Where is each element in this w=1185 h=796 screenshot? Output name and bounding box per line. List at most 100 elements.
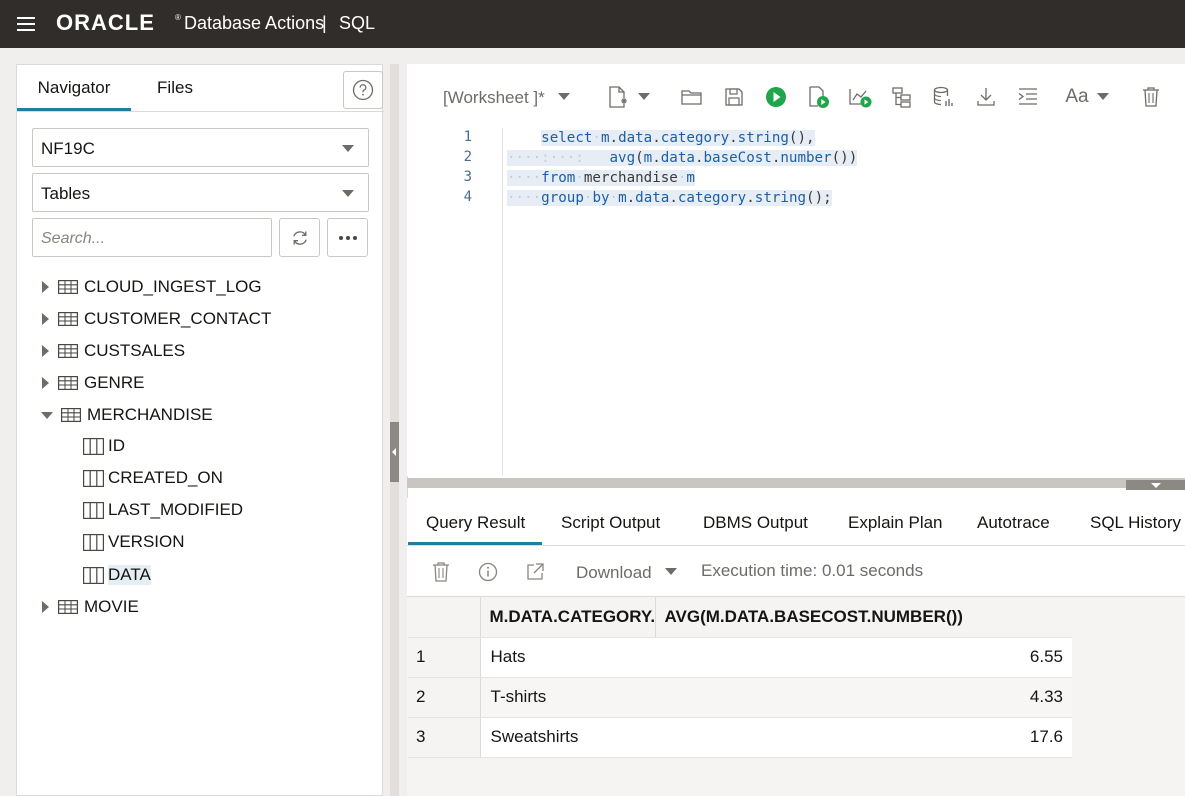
download-button[interactable] xyxy=(973,84,999,110)
tree-column-created-on[interactable]: CREATED_ON xyxy=(83,466,223,490)
tree-item-label: CUSTSALES xyxy=(84,341,186,360)
tree-item-label: GENRE xyxy=(84,373,145,392)
new-file-icon xyxy=(609,86,627,108)
code-line-1[interactable]: select·m.data.category.string(), xyxy=(507,128,815,148)
tab-sql-history[interactable]: SQL History xyxy=(1090,513,1181,533)
code-line-4[interactable]: ····group·by·m.data.category.string(); xyxy=(507,188,832,208)
tree-table-merchandise[interactable]: MERCHANDISE xyxy=(41,403,213,427)
refresh-icon xyxy=(292,230,307,245)
chevron-down-icon[interactable] xyxy=(1097,93,1109,100)
collapse-arrow-icon[interactable] xyxy=(41,411,53,419)
tree-item-label: MERCHANDISE xyxy=(87,405,213,424)
object-type-select[interactable]: Tables xyxy=(32,173,369,212)
database-stats-button[interactable] xyxy=(931,84,957,110)
table-row[interactable]: 2 T-shirts 4.33 xyxy=(408,677,1072,718)
table-icon xyxy=(58,312,78,326)
expand-arrow-icon[interactable] xyxy=(42,345,49,357)
chevron-down-icon xyxy=(342,145,354,152)
registered-mark: ® xyxy=(175,13,181,22)
tree-item-label: DATA xyxy=(108,565,151,585)
download-menu[interactable]: Download xyxy=(576,563,652,583)
active-tab-indicator xyxy=(408,542,542,545)
tree-table-genre[interactable]: GENRE xyxy=(42,371,144,395)
run-script-button[interactable] xyxy=(805,84,831,110)
grid-header-row: M.DATA.CATEGORY.STRING() AVG(M.DATA.BASE… xyxy=(408,597,1072,638)
clear-results-button[interactable] xyxy=(428,559,454,585)
tree-item-label: MOVIE xyxy=(84,597,139,616)
tree-item-label: CLOUD_INGEST_LOG xyxy=(84,277,262,296)
column-header[interactable]: AVG(M.DATA.BASECOST.NUMBER()) xyxy=(654,597,1072,638)
column-icon xyxy=(83,437,104,455)
help-button[interactable] xyxy=(343,71,383,109)
tab-query-result[interactable]: Query Result xyxy=(426,513,525,533)
cell-category[interactable]: T-shirts xyxy=(480,677,655,718)
collapse-results-handle[interactable] xyxy=(1126,480,1185,490)
font-icon: Aa xyxy=(1065,86,1089,107)
column-header[interactable]: M.DATA.CATEGORY.STRING() xyxy=(479,597,655,638)
external-link-icon xyxy=(527,563,544,580)
trash-icon xyxy=(433,562,449,582)
table-row[interactable]: 1 Hats 6.55 xyxy=(408,637,1072,678)
chevron-down-icon[interactable] xyxy=(558,93,570,100)
tab-autotrace[interactable]: Autotrace xyxy=(977,513,1050,533)
expand-arrow-icon[interactable] xyxy=(42,601,49,613)
tree-column-id[interactable]: ID xyxy=(83,434,125,458)
tree-column-last-modified[interactable]: LAST_MODIFIED xyxy=(83,498,243,522)
tree-table-customer-contact[interactable]: CUSTOMER_CONTACT xyxy=(42,307,271,331)
cell-avg[interactable]: 6.55 xyxy=(655,637,1072,678)
open-in-new-window-button[interactable] xyxy=(522,559,548,585)
chevron-down-icon[interactable] xyxy=(665,568,677,575)
new-file-button[interactable] xyxy=(605,84,631,110)
editor-results-splitter[interactable] xyxy=(407,478,1185,488)
more-actions-button[interactable] xyxy=(327,218,368,257)
row-number-header xyxy=(408,597,481,638)
cell-avg[interactable]: 4.33 xyxy=(655,677,1072,718)
navigator-panel: Navigator Files NF19C Tables Search... C… xyxy=(16,64,384,796)
expand-arrow-icon[interactable] xyxy=(42,281,49,293)
font-size-button[interactable]: Aa xyxy=(1062,84,1092,110)
tab-script-output[interactable]: Script Output xyxy=(561,513,660,533)
code-line-2[interactable]: ····:···: avg(m.data.baseCost.number()) xyxy=(507,148,858,168)
tab-navigator[interactable]: Navigator xyxy=(17,65,131,111)
format-button[interactable] xyxy=(1015,84,1041,110)
clear-button[interactable] xyxy=(1138,84,1164,110)
refresh-button[interactable] xyxy=(279,218,320,257)
table-row[interactable]: 3 Sweatshirts 17.6 xyxy=(408,717,1072,758)
expand-arrow-icon[interactable] xyxy=(42,377,49,389)
line-number: 1 xyxy=(463,129,472,145)
info-icon xyxy=(478,562,498,582)
schema-select[interactable]: NF19C xyxy=(32,128,369,167)
tree-table-custsales[interactable]: CUSTSALES xyxy=(42,339,185,363)
tab-divider xyxy=(17,111,384,112)
tree-column-version[interactable]: VERSION xyxy=(83,530,185,554)
column-icon xyxy=(83,566,104,584)
open-button[interactable] xyxy=(679,84,705,110)
cell-category[interactable]: Sweatshirts xyxy=(480,717,655,758)
trash-icon xyxy=(1143,87,1159,107)
tree-table-movie[interactable]: MOVIE xyxy=(42,595,139,619)
save-button[interactable] xyxy=(721,84,747,110)
database-icon xyxy=(933,86,953,106)
help-icon xyxy=(352,79,374,101)
collapse-panel-handle[interactable] xyxy=(390,422,399,482)
hamburger-menu-icon[interactable] xyxy=(16,15,36,33)
code-line-3[interactable]: ····from·merchandise·m xyxy=(507,168,695,188)
tab-dbms-output[interactable]: DBMS Output xyxy=(703,513,808,533)
tab-files[interactable]: Files xyxy=(145,65,205,111)
cell-avg[interactable]: 17.6 xyxy=(655,717,1072,758)
oracle-logo: ORACLE xyxy=(56,10,155,35)
worksheet-selector[interactable]: [Worksheet ]* xyxy=(443,88,545,108)
search-input[interactable]: Search... xyxy=(32,218,272,257)
expand-arrow-icon[interactable] xyxy=(42,313,49,325)
explain-plan-button[interactable] xyxy=(847,84,873,110)
tab-explain-plan[interactable]: Explain Plan xyxy=(848,513,943,533)
autotrace-button[interactable] xyxy=(889,84,915,110)
info-button[interactable] xyxy=(475,559,501,585)
chevron-down-icon[interactable] xyxy=(638,93,650,100)
cell-category[interactable]: Hats xyxy=(480,637,655,678)
tree-item-label: VERSION xyxy=(108,532,185,551)
run-statement-button[interactable] xyxy=(763,84,789,110)
download-icon xyxy=(977,88,995,106)
tree-table-cloud-ingest-log[interactable]: CLOUD_INGEST_LOG xyxy=(42,275,262,299)
tree-column-data[interactable]: DATA xyxy=(83,563,151,587)
